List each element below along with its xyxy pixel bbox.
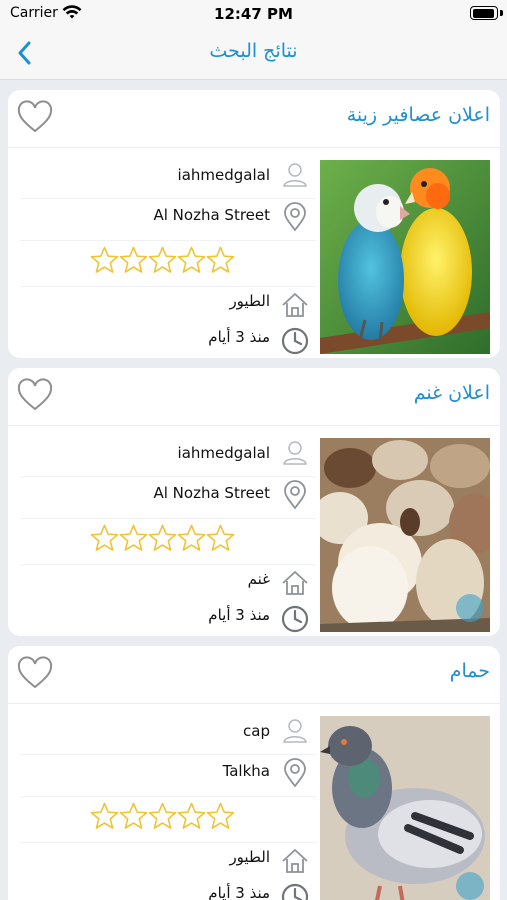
listing-card[interactable]: اعلان غنم iahmedgalal Al Nozha Street غن…: [8, 368, 500, 636]
rating-stars[interactable]: [90, 245, 238, 275]
category-label[interactable]: غنم: [248, 570, 270, 588]
category-label[interactable]: الطيور: [229, 292, 270, 310]
location-pin-icon: [284, 758, 306, 788]
time-row: منذ 3 أيام: [8, 882, 500, 900]
heart-icon[interactable]: [16, 378, 54, 414]
location-row: Al Nozha Street: [8, 480, 500, 510]
home-icon: [282, 571, 308, 595]
clock-icon: [281, 327, 309, 355]
clock-icon: [281, 883, 309, 900]
listing-header: اعلان عصافير زينة: [8, 90, 500, 148]
star-icon[interactable]: [119, 245, 148, 275]
heart-icon[interactable]: [16, 656, 54, 692]
star-icon[interactable]: [90, 523, 119, 553]
clock-icon: [281, 605, 309, 633]
star-icon[interactable]: [148, 523, 177, 553]
owner-row: iahmedgalal: [8, 160, 500, 190]
star-icon[interactable]: [119, 523, 148, 553]
location-label[interactable]: Al Nozha Street: [153, 206, 270, 224]
divider: [20, 564, 316, 565]
listing-card[interactable]: اعلان عصافير زينة iahmedgalal Al Nozha S…: [8, 90, 500, 358]
home-icon: [282, 849, 308, 873]
owner-name[interactable]: cap: [243, 722, 270, 740]
category-row: غنم: [8, 568, 500, 598]
rating-stars[interactable]: [90, 523, 238, 553]
star-icon[interactable]: [148, 245, 177, 275]
star-icon[interactable]: [206, 523, 235, 553]
location-pin-icon: [284, 202, 306, 232]
location-label[interactable]: Al Nozha Street: [153, 484, 270, 502]
home-icon: [282, 293, 308, 317]
battery-cap: [500, 10, 503, 16]
star-icon[interactable]: [119, 801, 148, 831]
listing-header: حمام: [8, 646, 500, 704]
listing-title[interactable]: حمام: [450, 660, 490, 682]
owner-row: iahmedgalal: [8, 438, 500, 468]
time-ago-label: منذ 3 أيام: [208, 606, 270, 624]
owner-row: cap: [8, 716, 500, 746]
star-icon[interactable]: [206, 245, 235, 275]
listing-title[interactable]: اعلان عصافير زينة: [347, 104, 490, 126]
time-row: منذ 3 أيام: [8, 326, 500, 356]
star-icon[interactable]: [177, 245, 206, 275]
location-label[interactable]: Talkha: [223, 762, 270, 780]
user-icon: [283, 441, 307, 465]
rating-stars[interactable]: [90, 801, 238, 831]
location-pin-icon: [284, 480, 306, 510]
divider: [20, 518, 316, 519]
time-ago-label: منذ 3 أيام: [208, 328, 270, 346]
star-icon[interactable]: [177, 523, 206, 553]
category-label[interactable]: الطيور: [229, 848, 270, 866]
owner-name[interactable]: iahmedgalal: [178, 444, 270, 462]
location-row: Al Nozha Street: [8, 202, 500, 232]
divider: [20, 796, 316, 797]
star-icon[interactable]: [148, 801, 177, 831]
time-row: منذ 3 أيام: [8, 604, 500, 634]
star-icon[interactable]: [90, 245, 119, 275]
navigation-bar: نتائج البحث: [0, 28, 507, 80]
page-title: نتائج البحث: [209, 40, 298, 62]
divider: [20, 842, 316, 843]
divider: [20, 286, 316, 287]
divider: [20, 476, 316, 477]
status-bar: Carrier 12:47 PM: [0, 0, 507, 28]
listing-header: اعلان غنم: [8, 368, 500, 426]
battery-icon: [470, 6, 498, 20]
divider: [20, 198, 316, 199]
divider: [20, 240, 316, 241]
heart-icon[interactable]: [16, 100, 54, 136]
listing-card[interactable]: حمام cap Talkha الطيور منذ 3 أيام: [8, 646, 500, 900]
user-icon: [283, 163, 307, 187]
category-row: الطيور: [8, 290, 500, 320]
location-row: Talkha: [8, 758, 500, 788]
time-ago-label: منذ 3 أيام: [208, 884, 270, 900]
star-icon[interactable]: [90, 801, 119, 831]
owner-name[interactable]: iahmedgalal: [178, 166, 270, 184]
divider: [20, 754, 316, 755]
listing-title[interactable]: اعلان غنم: [414, 382, 490, 404]
user-icon: [283, 719, 307, 743]
star-icon[interactable]: [177, 801, 206, 831]
clock: 12:47 PM: [214, 5, 293, 23]
category-row: الطيور: [8, 846, 500, 876]
star-icon[interactable]: [206, 801, 235, 831]
